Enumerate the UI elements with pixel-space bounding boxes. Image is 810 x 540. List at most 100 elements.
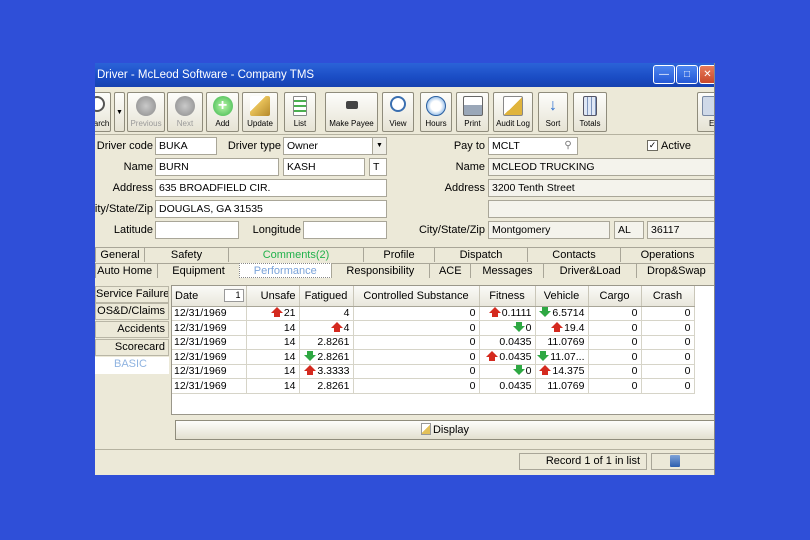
tab-equipment[interactable]: Equipment bbox=[157, 263, 240, 278]
column-header-controlled-substance[interactable]: Controlled Substance bbox=[353, 286, 480, 307]
tab-performance[interactable]: Performance bbox=[238, 263, 332, 278]
tab-comments[interactable]: Comments(2) bbox=[228, 247, 364, 262]
cell-cargo[interactable]: 0 bbox=[588, 306, 642, 321]
cell-date[interactable]: 12/31/1969 bbox=[172, 349, 247, 365]
tab-driver-load[interactable]: Driver&Load bbox=[543, 263, 637, 278]
tab-operations[interactable]: Operations bbox=[620, 247, 714, 262]
cell-controlled-substance[interactable]: 0 bbox=[353, 364, 480, 379]
print-button[interactable]: Print bbox=[456, 92, 489, 132]
cell-crash[interactable]: 0 bbox=[641, 364, 695, 379]
cell-fitness[interactable]: 0.1111 bbox=[479, 306, 536, 321]
table-row[interactable]: 12/31/1969 14 2.8261 0 0.0435 11.07... 0 0 bbox=[172, 349, 695, 365]
cell-fatigued[interactable]: 3.3333 bbox=[299, 364, 354, 379]
side-item-osd-claims[interactable]: OS&D/Claims bbox=[95, 303, 169, 320]
cell-controlled-substance[interactable]: 0 bbox=[353, 335, 480, 350]
cell-vehicle[interactable]: 6.5714 bbox=[535, 306, 589, 321]
tab-ace[interactable]: ACE bbox=[429, 263, 472, 278]
tab-profile[interactable]: Profile bbox=[363, 247, 435, 262]
pay-to-field[interactable]: MCLT ⚲ bbox=[488, 137, 578, 155]
list-button[interactable]: List bbox=[284, 92, 316, 132]
cell-unsafe[interactable]: 14 bbox=[246, 320, 300, 336]
display-button[interactable]: Display bbox=[175, 420, 714, 440]
tab-contacts[interactable]: Contacts bbox=[527, 247, 621, 262]
cell-cargo[interactable]: 0 bbox=[588, 335, 642, 350]
side-item-accidents[interactable]: Accidents bbox=[95, 321, 169, 338]
previous-button[interactable]: Previous bbox=[127, 92, 165, 132]
driver-code-field[interactable]: BUKA bbox=[155, 137, 217, 155]
tab-dispatch[interactable]: Dispatch bbox=[434, 247, 528, 262]
cell-date[interactable]: 12/31/1969 bbox=[172, 364, 247, 379]
audit-log-button[interactable]: Audit Log bbox=[493, 92, 533, 132]
tab-general[interactable]: General bbox=[95, 247, 145, 262]
column-header-fitness[interactable]: Fitness bbox=[479, 286, 536, 307]
title-bar[interactable]: Driver - McLeod Software - Company TMS —… bbox=[95, 63, 714, 87]
tab-messages[interactable]: Messages bbox=[470, 263, 545, 278]
close-button[interactable]: ✕ bbox=[699, 65, 714, 84]
cell-date[interactable]: 12/31/1969 bbox=[172, 335, 247, 350]
cell-controlled-substance[interactable]: 0 bbox=[353, 349, 480, 365]
longitude-field[interactable] bbox=[303, 221, 387, 239]
column-header-date[interactable]: Date 1 bbox=[172, 286, 247, 307]
table-row[interactable]: 12/31/1969 14 3.3333 0 0 14.375 0 0 bbox=[172, 364, 695, 379]
side-item-scorecard[interactable]: Scorecard bbox=[95, 339, 169, 356]
cell-fatigued[interactable]: 4 bbox=[299, 320, 354, 336]
cell-vehicle[interactable]: 14.375 bbox=[535, 364, 589, 379]
cell-date[interactable]: 12/31/1969 bbox=[172, 320, 247, 336]
maximize-button[interactable]: □ bbox=[676, 65, 698, 84]
cell-controlled-substance[interactable]: 0 bbox=[353, 320, 480, 336]
column-header-crash[interactable]: Crash bbox=[641, 286, 695, 307]
tab-safety[interactable]: Safety bbox=[144, 247, 229, 262]
side-item-service-failures[interactable]: Service Failures bbox=[95, 286, 169, 303]
cell-cargo[interactable]: 0 bbox=[588, 378, 642, 394]
column-header-cargo[interactable]: Cargo bbox=[588, 286, 642, 307]
chevron-down-icon[interactable]: ▼ bbox=[372, 138, 386, 154]
cell-crash[interactable]: 0 bbox=[641, 378, 695, 394]
last-name-field[interactable]: KASH bbox=[283, 158, 365, 176]
column-header-fatigued[interactable]: Fatigued bbox=[299, 286, 354, 307]
search-dropdown-button[interactable]: ▼ bbox=[114, 92, 125, 132]
sort-button[interactable]: ↓ Sort bbox=[538, 92, 568, 132]
cell-vehicle[interactable]: 11.0769 bbox=[535, 335, 589, 350]
tab-auto-home[interactable]: Auto Home bbox=[95, 263, 159, 278]
search-button[interactable]: Search bbox=[95, 92, 111, 132]
column-header-unsafe[interactable]: Unsafe bbox=[246, 286, 300, 307]
pay-zip-field[interactable]: 36117 bbox=[647, 221, 714, 239]
cell-crash[interactable]: 0 bbox=[641, 306, 695, 321]
hours-button[interactable]: Hours bbox=[420, 92, 452, 132]
cell-fatigued[interactable]: 2.8261 bbox=[299, 335, 354, 350]
active-checkbox[interactable]: ✓ bbox=[647, 140, 658, 151]
cell-fitness[interactable]: 0 bbox=[479, 364, 536, 379]
cell-vehicle[interactable]: 11.07... bbox=[535, 349, 589, 365]
address-field[interactable]: 635 BROADFIELD CIR. bbox=[155, 179, 387, 197]
cell-unsafe[interactable]: 14 bbox=[246, 378, 300, 394]
minimize-button[interactable]: — bbox=[653, 65, 675, 84]
cell-fitness[interactable]: 0.0435 bbox=[479, 335, 536, 350]
cell-controlled-substance[interactable]: 0 bbox=[353, 306, 480, 321]
pay-city-field[interactable]: Montgomery bbox=[488, 221, 610, 239]
tab-drop-swap[interactable]: Drop&Swap bbox=[636, 263, 714, 278]
cell-unsafe[interactable]: 14 bbox=[246, 335, 300, 350]
table-row[interactable]: 12/31/1969 14 2.8261 0 0.0435 11.0769 0 0 bbox=[172, 378, 695, 394]
lookup-icon[interactable]: ⚲ bbox=[561, 139, 575, 153]
driver-type-select[interactable]: Owner ▼ bbox=[283, 137, 387, 155]
cell-fitness[interactable]: 0 bbox=[479, 320, 536, 336]
totals-button[interactable]: Totals bbox=[573, 92, 607, 132]
cell-fitness[interactable]: 0.0435 bbox=[479, 349, 536, 365]
cell-vehicle[interactable]: 11.0769 bbox=[535, 378, 589, 394]
table-row[interactable]: 12/31/1969 21 4 0 0.1111 6.5714 0 0 bbox=[172, 306, 695, 321]
cell-cargo[interactable]: 0 bbox=[588, 320, 642, 336]
cell-crash[interactable]: 0 bbox=[641, 320, 695, 336]
pay-address-field[interactable]: 3200 Tenth Street bbox=[488, 179, 714, 197]
cell-fatigued[interactable]: 2.8261 bbox=[299, 349, 354, 365]
column-header-vehicle[interactable]: Vehicle bbox=[535, 286, 589, 307]
view-button[interactable]: View bbox=[382, 92, 414, 132]
cell-date[interactable]: 12/31/1969 bbox=[172, 378, 247, 394]
pay-name-field[interactable]: MCLEOD TRUCKING bbox=[488, 158, 714, 176]
cell-cargo[interactable]: 0 bbox=[588, 364, 642, 379]
cell-cargo[interactable]: 0 bbox=[588, 349, 642, 365]
cell-fatigued[interactable]: 2.8261 bbox=[299, 378, 354, 394]
make-payee-button[interactable]: Make Payee bbox=[325, 92, 378, 132]
cell-controlled-substance[interactable]: 0 bbox=[353, 378, 480, 394]
middle-initial-field[interactable]: T bbox=[369, 158, 387, 176]
first-name-field[interactable]: BURN bbox=[155, 158, 279, 176]
